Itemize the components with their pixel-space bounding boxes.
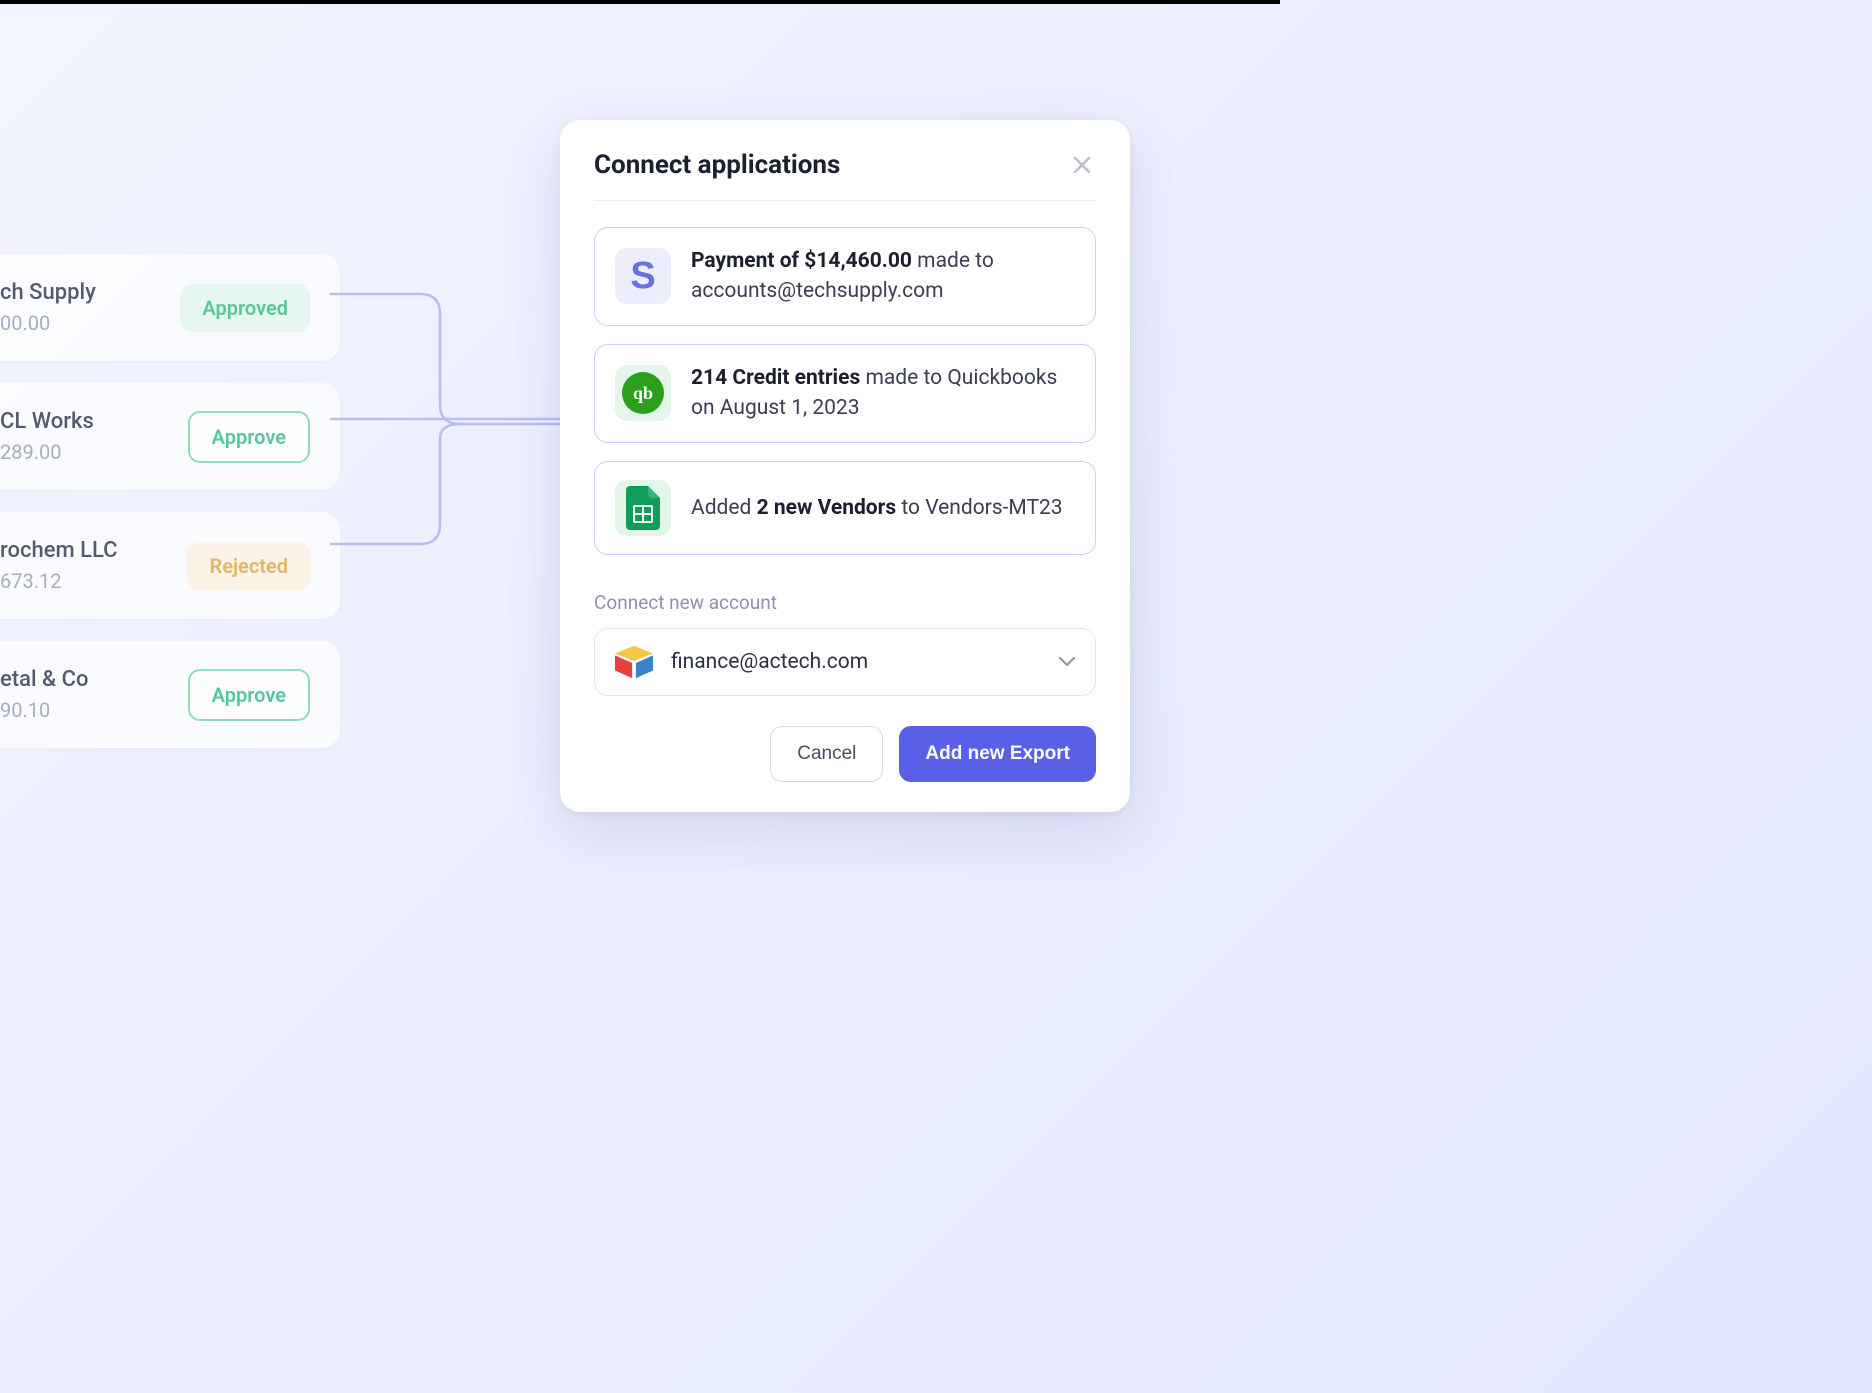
vendor-card[interactable]: etal & Co 90.10 Approve	[0, 641, 340, 748]
quickbooks-icon: qb	[615, 365, 671, 421]
vendor-card[interactable]: rochem LLC 673.12 Rejected	[0, 512, 340, 619]
connect-applications-modal: Connect applications S Payment of $14,46…	[560, 120, 1130, 812]
vendor-list: ch Supply 00.00 Approved CL Works 289.00…	[0, 254, 340, 748]
connect-new-account-label: Connect new account	[594, 591, 1096, 614]
vendor-amount: 00.00	[0, 311, 96, 335]
app-activity-text: Payment of $14,460.00 made to accounts@t…	[691, 246, 1075, 307]
google-sheets-icon	[615, 480, 671, 536]
close-icon[interactable]	[1068, 151, 1096, 179]
vendor-card[interactable]: CL Works 289.00 Approve	[0, 383, 340, 490]
airtable-icon	[615, 645, 653, 679]
connector-lines	[330, 264, 590, 564]
vendor-name: ch Supply	[0, 280, 96, 305]
modal-title: Connect applications	[594, 150, 840, 180]
connected-app-card-quickbooks[interactable]: qb 214 Credit entries made to Quickbooks…	[594, 344, 1096, 443]
approve-button[interactable]: Approve	[188, 669, 310, 721]
account-select[interactable]: finance@actech.com	[594, 628, 1096, 696]
approve-button[interactable]: Approve	[188, 411, 310, 463]
vendor-name: rochem LLC	[0, 538, 118, 563]
vendor-amount: 289.00	[0, 440, 94, 464]
account-email: finance@actech.com	[671, 650, 1041, 674]
status-badge-rejected: Rejected	[187, 542, 310, 590]
vendor-card[interactable]: ch Supply 00.00 Approved	[0, 254, 340, 361]
connected-app-card-sheets[interactable]: Added 2 new Vendors to Vendors-MT23	[594, 461, 1096, 555]
app-activity-text: Added 2 new Vendors to Vendors-MT23	[691, 493, 1063, 523]
vendor-name: CL Works	[0, 409, 94, 434]
chevron-down-icon	[1059, 652, 1075, 671]
connected-app-card-stripe[interactable]: S Payment of $14,460.00 made to accounts…	[594, 227, 1096, 326]
vendor-amount: 673.12	[0, 569, 118, 593]
app-activity-text: 214 Credit entries made to Quickbooks on…	[691, 363, 1075, 424]
stripe-icon: S	[615, 248, 671, 304]
vendor-name: etal & Co	[0, 667, 88, 692]
vendor-amount: 90.10	[0, 698, 88, 722]
cancel-button[interactable]: Cancel	[770, 726, 883, 782]
add-new-export-button[interactable]: Add new Export	[899, 726, 1096, 782]
status-badge-approved: Approved	[180, 284, 310, 332]
